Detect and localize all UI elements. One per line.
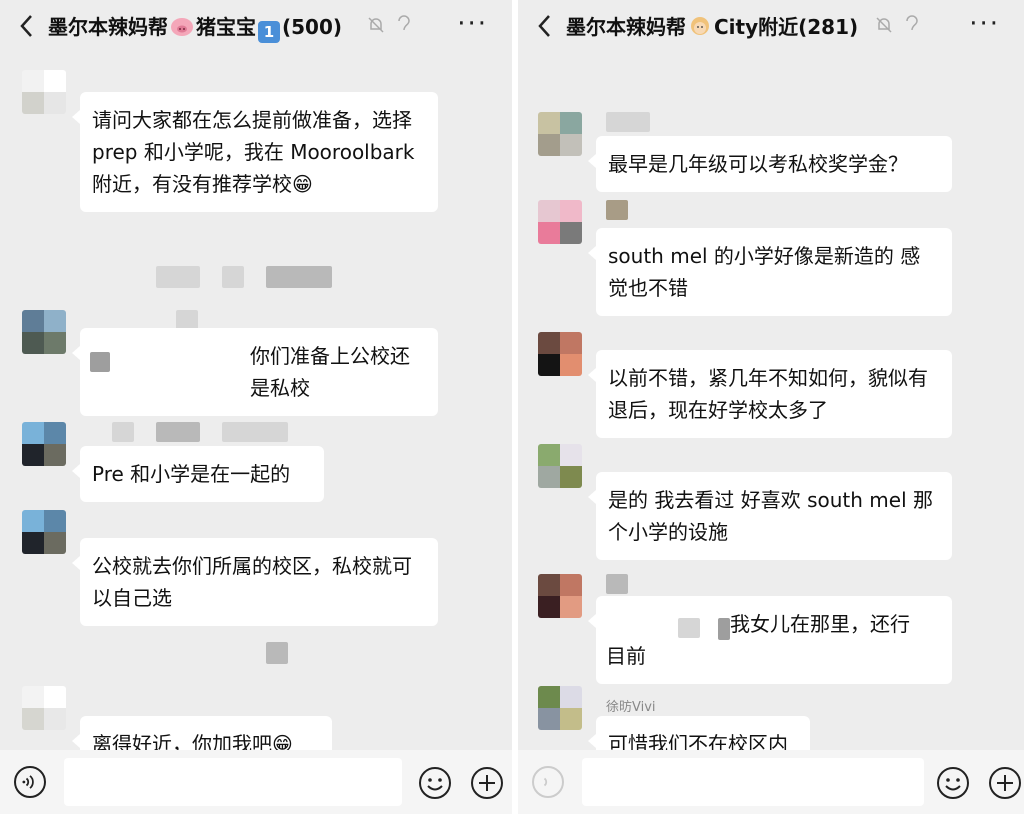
redacted-text <box>90 352 110 372</box>
message-list: 最早是几年级可以考私校奖学金？ south mel 的小学好像是新造的 感觉也不… <box>518 52 1024 750</box>
avatar[interactable] <box>22 686 66 730</box>
redacted-timestamp <box>222 266 244 288</box>
redacted-timestamp <box>266 642 288 664</box>
message-bubble[interactable]: 我女儿在那里，还行 目前 <box>588 596 952 684</box>
chat-title: 墨尔本辣妈帮 City附近(281) <box>566 11 858 40</box>
message-bubble[interactable]: 是的 我去看过 好喜欢 south mel 那个小学的设施 <box>588 472 952 560</box>
keycap-1-icon: 1 <box>258 21 280 43</box>
earpiece-icon <box>398 15 410 31</box>
message-input[interactable] <box>64 758 402 806</box>
more-icon[interactable]: ··· <box>457 11 488 37</box>
message-bubble[interactable]: 最早是几年级可以考私校奖学金？ <box>588 136 952 192</box>
group-suffix: 猪宝宝 <box>196 15 256 39</box>
avatar[interactable] <box>22 422 66 466</box>
input-bar <box>0 750 512 814</box>
message-bubble[interactable]: 离得好近，你加我吧😁 <box>72 716 332 750</box>
avatar[interactable] <box>538 574 582 618</box>
mute-bell-icon <box>876 17 892 33</box>
message-bubble[interactable]: 可惜我们不在校区内 <box>588 716 810 750</box>
redacted-sender <box>176 310 198 330</box>
redacted-text <box>678 618 700 638</box>
avatar[interactable] <box>22 310 66 354</box>
message-bubble[interactable]: 公校就去你们所属的校区，私校就可以自己选 <box>72 538 438 626</box>
back-arrow-icon[interactable] <box>534 12 556 40</box>
redacted-sender <box>606 574 628 594</box>
redacted-text <box>718 618 730 640</box>
chat-pane-right: 墨尔本辣妈帮 City附近(281) ··· 最早是几年级可以考私校奖学金？ so… <box>512 0 1024 814</box>
redacted-sender <box>112 422 134 442</box>
voice-icon[interactable] <box>532 766 564 798</box>
message-text: 我女儿在那里，还行 <box>730 612 910 636</box>
voice-icon[interactable] <box>14 766 46 798</box>
emoji-icon[interactable] <box>936 766 970 800</box>
mute-bell-icon <box>368 17 384 33</box>
redacted-sender <box>606 112 650 132</box>
message-bubble[interactable]: Pre 和小学是在一起的 <box>72 446 324 502</box>
avatar[interactable] <box>538 332 582 376</box>
sender-name: 徐昉Vivi <box>606 700 656 715</box>
redacted-sender <box>222 422 288 442</box>
chat-pane-left: 墨尔本辣妈帮 猪宝宝 1 (500) ··· 请问大家都在怎么提前做准备，选择 pre… <box>0 0 512 814</box>
redacted-sender <box>606 200 628 220</box>
message-bubble[interactable]: 请问大家都在怎么提前做准备，选择 prep 和小学呢，我在 Mooroolbar… <box>72 92 438 212</box>
message-bubble[interactable]: 以前不错，紧几年不知如何，貌似有退后，现在好学校太多了 <box>588 350 952 438</box>
redacted-sender <box>156 422 200 442</box>
avatar[interactable] <box>538 112 582 156</box>
avatar[interactable] <box>22 70 66 114</box>
avatar[interactable] <box>538 200 582 244</box>
girl-emoji-icon <box>691 17 709 35</box>
plus-icon[interactable] <box>470 766 504 800</box>
avatar[interactable] <box>22 510 66 554</box>
group-name: 墨尔本辣妈帮 <box>48 15 168 39</box>
message-list: 请问大家都在怎么提前做准备，选择 prep 和小学呢，我在 Mooroolbar… <box>0 52 512 750</box>
avatar[interactable] <box>538 686 582 730</box>
chat-header: 墨尔本辣妈帮 猪宝宝 1 (500) ··· <box>0 0 512 52</box>
input-bar <box>518 750 1024 814</box>
chat-header: 墨尔本辣妈帮 City附近(281) ··· <box>518 0 1024 52</box>
message-text: 你们准备上公校还是私校 <box>250 344 410 400</box>
redacted-timestamp <box>266 266 332 288</box>
message-bubble[interactable]: south mel 的小学好像是新造的 感觉也不错 <box>588 228 952 316</box>
pig-emoji-icon <box>171 18 193 36</box>
back-arrow-icon[interactable] <box>16 12 38 40</box>
avatar[interactable] <box>538 444 582 488</box>
message-input[interactable] <box>582 758 924 806</box>
earpiece-icon <box>906 15 918 31</box>
plus-icon[interactable] <box>988 766 1022 800</box>
chat-title: 墨尔本辣妈帮 猪宝宝 1 (500) <box>48 11 342 43</box>
member-count: (500) <box>282 15 343 39</box>
message-bubble[interactable]: 你们准备上公校还是私校 <box>72 328 438 416</box>
emoji-icon[interactable] <box>418 766 452 800</box>
message-text: 目前 <box>606 644 646 668</box>
group-suffix: City附近(281) <box>714 15 859 39</box>
redacted-timestamp <box>156 266 200 288</box>
more-icon[interactable]: ··· <box>969 11 1000 37</box>
group-name: 墨尔本辣妈帮 <box>566 15 686 39</box>
